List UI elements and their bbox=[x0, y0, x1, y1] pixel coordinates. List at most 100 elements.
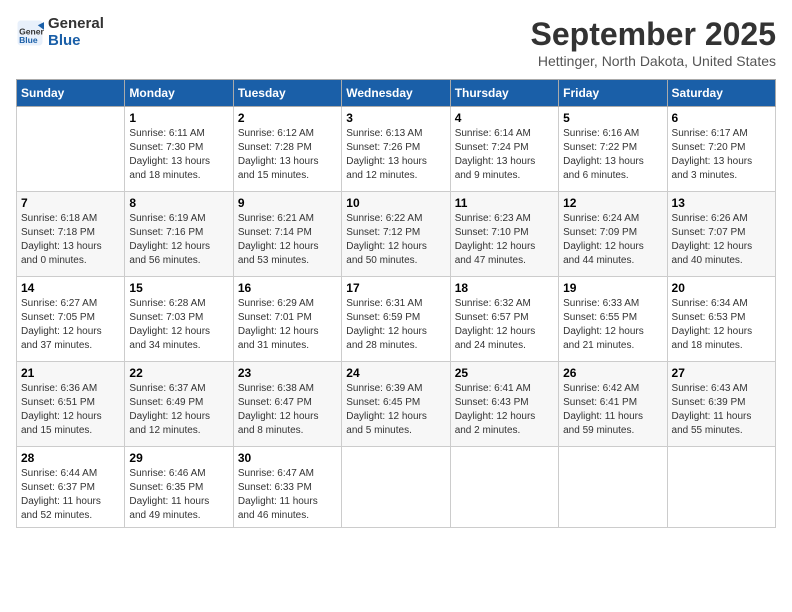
calendar-cell: 13 Sunrise: 6:26 AM Sunset: 7:07 PM Dayli… bbox=[667, 192, 775, 277]
calendar-cell: 25 Sunrise: 6:41 AM Sunset: 6:43 PM Dayli… bbox=[450, 362, 558, 447]
calendar-cell: 29 Sunrise: 6:46 AM Sunset: 6:35 PM Dayli… bbox=[125, 447, 233, 528]
calendar-cell: 10Sunrise: 6:22 AM Sunset: 7:12 PM Dayli… bbox=[342, 192, 450, 277]
calendar-cell: 27 Sunrise: 6:43 AM Sunset: 6:39 PM Dayli… bbox=[667, 362, 775, 447]
day-number: 20 bbox=[672, 281, 771, 295]
calendar-cell: 5Sunrise: 6:16 AM Sunset: 7:22 PM Daylig… bbox=[559, 107, 667, 192]
cell-info: Sunrise: 6:32 AM Sunset: 6:57 PM Dayligh… bbox=[455, 297, 554, 353]
week-row-4: 21 Sunrise: 6:36 AM Sunset: 6:51 PM Dayli… bbox=[17, 362, 776, 447]
day-number: 15 bbox=[129, 281, 228, 295]
day-number: 28 bbox=[21, 451, 120, 465]
logo-line1: General bbox=[48, 16, 104, 33]
day-number: 18 bbox=[455, 281, 554, 295]
day-number: 26 bbox=[563, 366, 662, 380]
cell-info: Sunrise: 6:33 AM Sunset: 6:55 PM Dayligh… bbox=[563, 297, 662, 353]
cell-info: Sunrise: 6:37 AM Sunset: 6:49 PM Dayligh… bbox=[129, 382, 228, 438]
calendar-cell: 16 Sunrise: 6:29 AM Sunset: 7:01 PM Dayli… bbox=[233, 277, 341, 362]
calendar-table: SundayMondayTuesdayWednesdayThursdayFrid… bbox=[16, 79, 776, 528]
day-number: 25 bbox=[455, 366, 554, 380]
header-sunday: Sunday bbox=[17, 80, 125, 107]
cell-info: Sunrise: 6:36 AM Sunset: 6:51 PM Dayligh… bbox=[21, 382, 120, 438]
day-number: 22 bbox=[129, 366, 228, 380]
cell-info: Sunrise: 6:38 AM Sunset: 6:47 PM Dayligh… bbox=[238, 382, 337, 438]
cell-info: Sunrise: 6:34 AM Sunset: 6:53 PM Dayligh… bbox=[672, 297, 771, 353]
calendar-cell: 21 Sunrise: 6:36 AM Sunset: 6:51 PM Dayli… bbox=[17, 362, 125, 447]
calendar-cell: 11 Sunrise: 6:23 AM Sunset: 7:10 PM Dayli… bbox=[450, 192, 558, 277]
calendar-cell bbox=[17, 107, 125, 192]
calendar-cell: 19 Sunrise: 6:33 AM Sunset: 6:55 PM Dayli… bbox=[559, 277, 667, 362]
location: Hettinger, North Dakota, United States bbox=[531, 53, 776, 69]
cell-info: Sunrise: 6:28 AM Sunset: 7:03 PM Dayligh… bbox=[129, 297, 228, 353]
logo: General Blue General Blue bbox=[16, 16, 104, 49]
calendar-cell: 30 Sunrise: 6:47 AM Sunset: 6:33 PM Dayli… bbox=[233, 447, 341, 528]
calendar-cell: 24Sunrise: 6:39 AM Sunset: 6:45 PM Dayli… bbox=[342, 362, 450, 447]
calendar-cell: 6Sunrise: 6:17 AM Sunset: 7:20 PM Daylig… bbox=[667, 107, 775, 192]
calendar-cell: 8 Sunrise: 6:19 AM Sunset: 7:16 PM Daylig… bbox=[125, 192, 233, 277]
header-tuesday: Tuesday bbox=[233, 80, 341, 107]
title-block: September 2025 Hettinger, North Dakota, … bbox=[531, 16, 776, 69]
calendar-cell: 2 Sunrise: 6:12 AM Sunset: 7:28 PM Daylig… bbox=[233, 107, 341, 192]
cell-info: Sunrise: 6:42 AM Sunset: 6:41 PM Dayligh… bbox=[563, 382, 662, 438]
month-title: September 2025 bbox=[531, 16, 776, 53]
cell-info: Sunrise: 6:47 AM Sunset: 6:33 PM Dayligh… bbox=[238, 467, 337, 523]
week-row-5: 28Sunrise: 6:44 AM Sunset: 6:37 PM Dayli… bbox=[17, 447, 776, 528]
calendar-cell: 3Sunrise: 6:13 AM Sunset: 7:26 PM Daylig… bbox=[342, 107, 450, 192]
header-friday: Friday bbox=[559, 80, 667, 107]
calendar-cell bbox=[342, 447, 450, 528]
calendar-cell: 23 Sunrise: 6:38 AM Sunset: 6:47 PM Dayli… bbox=[233, 362, 341, 447]
day-number: 16 bbox=[238, 281, 337, 295]
calendar-cell: 15 Sunrise: 6:28 AM Sunset: 7:03 PM Dayli… bbox=[125, 277, 233, 362]
logo-line2: Blue bbox=[48, 33, 104, 50]
day-number: 10 bbox=[346, 196, 445, 210]
calendar-cell: 1 Sunrise: 6:11 AM Sunset: 7:30 PM Daylig… bbox=[125, 107, 233, 192]
cell-info: Sunrise: 6:39 AM Sunset: 6:45 PM Dayligh… bbox=[346, 382, 445, 438]
cell-info: Sunrise: 6:19 AM Sunset: 7:16 PM Dayligh… bbox=[129, 212, 228, 268]
day-number: 29 bbox=[129, 451, 228, 465]
day-number: 3 bbox=[346, 111, 445, 125]
cell-info: Sunrise: 6:12 AM Sunset: 7:28 PM Dayligh… bbox=[238, 127, 337, 183]
cell-info: Sunrise: 6:17 AM Sunset: 7:20 PM Dayligh… bbox=[672, 127, 771, 183]
week-row-1: 1 Sunrise: 6:11 AM Sunset: 7:30 PM Daylig… bbox=[17, 107, 776, 192]
cell-info: Sunrise: 6:43 AM Sunset: 6:39 PM Dayligh… bbox=[672, 382, 771, 438]
day-number: 8 bbox=[129, 196, 228, 210]
calendar-cell: 22 Sunrise: 6:37 AM Sunset: 6:49 PM Dayli… bbox=[125, 362, 233, 447]
day-number: 27 bbox=[672, 366, 771, 380]
day-number: 7 bbox=[21, 196, 120, 210]
day-number: 12 bbox=[563, 196, 662, 210]
day-number: 5 bbox=[563, 111, 662, 125]
cell-info: Sunrise: 6:41 AM Sunset: 6:43 PM Dayligh… bbox=[455, 382, 554, 438]
calendar-cell bbox=[559, 447, 667, 528]
calendar-cell: 28Sunrise: 6:44 AM Sunset: 6:37 PM Dayli… bbox=[17, 447, 125, 528]
cell-info: Sunrise: 6:31 AM Sunset: 6:59 PM Dayligh… bbox=[346, 297, 445, 353]
day-number: 11 bbox=[455, 196, 554, 210]
header-row: SundayMondayTuesdayWednesdayThursdayFrid… bbox=[17, 80, 776, 107]
calendar-cell: 9 Sunrise: 6:21 AM Sunset: 7:14 PM Daylig… bbox=[233, 192, 341, 277]
calendar-cell: 26 Sunrise: 6:42 AM Sunset: 6:41 PM Dayli… bbox=[559, 362, 667, 447]
calendar-cell bbox=[667, 447, 775, 528]
day-number: 19 bbox=[563, 281, 662, 295]
cell-info: Sunrise: 6:11 AM Sunset: 7:30 PM Dayligh… bbox=[129, 127, 228, 183]
svg-text:Blue: Blue bbox=[19, 35, 38, 45]
cell-info: Sunrise: 6:46 AM Sunset: 6:35 PM Dayligh… bbox=[129, 467, 228, 523]
day-number: 13 bbox=[672, 196, 771, 210]
day-number: 2 bbox=[238, 111, 337, 125]
day-number: 30 bbox=[238, 451, 337, 465]
day-number: 21 bbox=[21, 366, 120, 380]
calendar-cell: 4 Sunrise: 6:14 AM Sunset: 7:24 PM Daylig… bbox=[450, 107, 558, 192]
cell-info: Sunrise: 6:27 AM Sunset: 7:05 PM Dayligh… bbox=[21, 297, 120, 353]
cell-info: Sunrise: 6:23 AM Sunset: 7:10 PM Dayligh… bbox=[455, 212, 554, 268]
day-number: 9 bbox=[238, 196, 337, 210]
cell-info: Sunrise: 6:18 AM Sunset: 7:18 PM Dayligh… bbox=[21, 212, 120, 268]
cell-info: Sunrise: 6:26 AM Sunset: 7:07 PM Dayligh… bbox=[672, 212, 771, 268]
calendar-cell: 18 Sunrise: 6:32 AM Sunset: 6:57 PM Dayli… bbox=[450, 277, 558, 362]
day-number: 4 bbox=[455, 111, 554, 125]
day-number: 17 bbox=[346, 281, 445, 295]
day-number: 14 bbox=[21, 281, 120, 295]
day-number: 23 bbox=[238, 366, 337, 380]
page-header: General Blue General Blue September 2025… bbox=[16, 16, 776, 69]
calendar-cell: 20 Sunrise: 6:34 AM Sunset: 6:53 PM Dayli… bbox=[667, 277, 775, 362]
day-number: 1 bbox=[129, 111, 228, 125]
cell-info: Sunrise: 6:14 AM Sunset: 7:24 PM Dayligh… bbox=[455, 127, 554, 183]
cell-info: Sunrise: 6:29 AM Sunset: 7:01 PM Dayligh… bbox=[238, 297, 337, 353]
week-row-2: 7 Sunrise: 6:18 AM Sunset: 7:18 PM Daylig… bbox=[17, 192, 776, 277]
cell-info: Sunrise: 6:21 AM Sunset: 7:14 PM Dayligh… bbox=[238, 212, 337, 268]
